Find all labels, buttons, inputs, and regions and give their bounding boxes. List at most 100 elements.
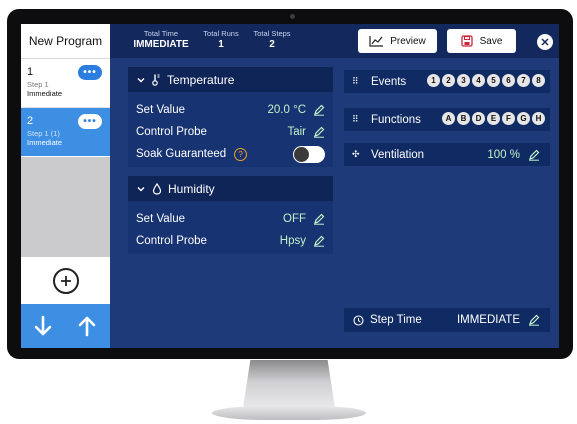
- humidity-control-probe: Hpsy: [279, 235, 306, 247]
- pencil-icon[interactable]: [528, 149, 540, 161]
- ventilation-label: Ventilation: [371, 148, 425, 161]
- function-badge[interactable]: F: [502, 112, 515, 125]
- function-badge[interactable]: E: [487, 112, 500, 125]
- functions-row[interactable]: ⠿ Functions A B D E F G H: [344, 108, 550, 131]
- humidity-control-probe-row: Control Probe Hpsy: [136, 231, 325, 251]
- function-badge[interactable]: D: [472, 112, 485, 125]
- event-badge[interactable]: 3: [457, 74, 470, 87]
- save-label: Save: [479, 35, 503, 47]
- more-options-button[interactable]: •••: [78, 114, 102, 129]
- arrow-down-icon[interactable]: [30, 313, 56, 339]
- step-time-value: IMMEDIATE: [456, 314, 520, 326]
- chevron-down-icon: [137, 186, 145, 191]
- step-subtitle: Step 1 (1): [27, 129, 60, 138]
- total-steps-label: Total Steps: [253, 29, 291, 38]
- ventilation-value: 100 %: [487, 148, 520, 161]
- event-badge[interactable]: 1: [427, 74, 440, 87]
- event-badge[interactable]: 7: [517, 74, 530, 87]
- grid-icon: ⠿: [352, 76, 359, 86]
- empty-step-area: [21, 157, 110, 257]
- humidity-set-value-row: Set Value OFF: [136, 209, 325, 229]
- close-icon: ✕: [540, 36, 550, 49]
- pencil-icon[interactable]: [313, 213, 325, 225]
- program-title: New Program: [21, 24, 110, 59]
- ventilation-row[interactable]: ✣ Ventilation 100 %: [344, 143, 550, 166]
- more-options-button[interactable]: •••: [78, 65, 102, 80]
- total-time-stat: Total Time IMMEDIATE: [131, 29, 191, 50]
- event-badge[interactable]: 2: [442, 74, 455, 87]
- thermometer-icon: [152, 74, 160, 86]
- save-button[interactable]: Save: [447, 29, 516, 53]
- set-value-group: OFF: [283, 213, 325, 225]
- event-badge[interactable]: 8: [532, 74, 545, 87]
- temperature-control-probe-row: Control Probe Tair: [136, 122, 325, 142]
- soak-guaranteed-row: Soak Guaranteed ?: [136, 144, 325, 164]
- step-number: 2: [27, 115, 34, 127]
- temperature-title: Temperature: [167, 72, 235, 87]
- grid-icon: ⠿: [352, 114, 359, 124]
- control-probe-group: Hpsy: [280, 235, 325, 247]
- pencil-icon[interactable]: [313, 126, 325, 138]
- set-value-label: Set Value: [136, 213, 186, 225]
- chart-line-icon: [369, 36, 384, 47]
- control-probe-label: Control Probe: [136, 235, 207, 247]
- total-runs-label: Total Runs: [203, 29, 239, 38]
- add-step-button[interactable]: [52, 268, 79, 294]
- pencil-icon[interactable]: [313, 104, 325, 116]
- monitor-stand-base: [212, 406, 366, 420]
- plus-circle-icon: [60, 276, 71, 286]
- step-time-row[interactable]: Step Time IMMEDIATE: [344, 308, 550, 332]
- total-steps-value: 2: [269, 39, 275, 50]
- step-item-2[interactable]: 2 Step 1 (1) Immediate •••: [21, 108, 110, 156]
- add-step-row: [21, 258, 110, 304]
- total-runs-stat: Total Runs 1: [198, 29, 244, 50]
- function-badge[interactable]: H: [532, 112, 545, 125]
- close-button[interactable]: ✕: [537, 34, 553, 50]
- temperature-panel: Temperature Set Value 20.0 °C Control Pr…: [128, 67, 333, 167]
- humidity-header[interactable]: Humidity: [128, 176, 333, 201]
- total-runs-value: 1: [218, 39, 224, 50]
- function-badge[interactable]: A: [442, 112, 455, 125]
- function-badge[interactable]: B: [457, 112, 470, 125]
- humidity-title: Humidity: [168, 181, 215, 196]
- control-probe-label: Control Probe: [136, 126, 207, 138]
- humidity-panel: Humidity Set Value OFF Control Probe Hps…: [128, 176, 333, 254]
- humidity-set-value: OFF: [283, 213, 306, 225]
- soak-label-group: Soak Guaranteed ?: [136, 147, 248, 161]
- program-sidebar: New Program 1 Step 1 Immediate ••• 2 Ste…: [21, 24, 110, 348]
- preview-button[interactable]: Preview: [358, 29, 437, 53]
- set-value-label: Set Value: [136, 104, 186, 116]
- step-start: Immediate: [27, 89, 63, 98]
- event-badge[interactable]: 4: [472, 74, 485, 87]
- chevron-down-icon: [137, 77, 145, 82]
- events-row[interactable]: ⠿ Events 1 2 3 4 5 6 7 8: [344, 70, 550, 93]
- step-number: 1: [27, 66, 34, 78]
- event-badge[interactable]: 5: [487, 74, 500, 87]
- function-badge[interactable]: G: [517, 112, 530, 125]
- arrow-up-icon[interactable]: [74, 313, 100, 339]
- set-value-group: 20.0 °C: [268, 104, 325, 116]
- events-label: Events: [371, 75, 407, 88]
- pencil-icon[interactable]: [528, 314, 540, 326]
- soak-toggle[interactable]: [293, 145, 325, 163]
- preview-label: Preview: [390, 35, 426, 47]
- monitor-stand-neck: [243, 360, 335, 408]
- temperature-header[interactable]: Temperature: [128, 67, 333, 92]
- event-badge[interactable]: 6: [502, 74, 515, 87]
- total-steps-stat: Total Steps 2: [248, 29, 296, 50]
- function-list: A B D E F G H: [442, 112, 545, 125]
- step-item-1[interactable]: 1 Step 1 Immediate •••: [21, 59, 110, 108]
- total-time-label: Total Time: [143, 29, 179, 38]
- toggle-knob: [294, 146, 309, 162]
- pencil-icon[interactable]: [313, 235, 325, 247]
- control-probe-group: Tair: [287, 126, 325, 138]
- step-start: Immediate: [27, 138, 63, 147]
- temperature-control-probe: Tair: [287, 126, 306, 138]
- soak-guaranteed-label: Soak Guaranteed: [136, 148, 227, 160]
- help-icon[interactable]: ?: [234, 147, 248, 161]
- total-time-value: IMMEDIATE: [133, 39, 189, 50]
- droplet-icon: [152, 182, 162, 195]
- reorder-buttons: [21, 304, 110, 348]
- screen: New Program 1 Step 1 Immediate ••• 2 Ste…: [21, 24, 559, 348]
- clock-icon: [353, 314, 364, 326]
